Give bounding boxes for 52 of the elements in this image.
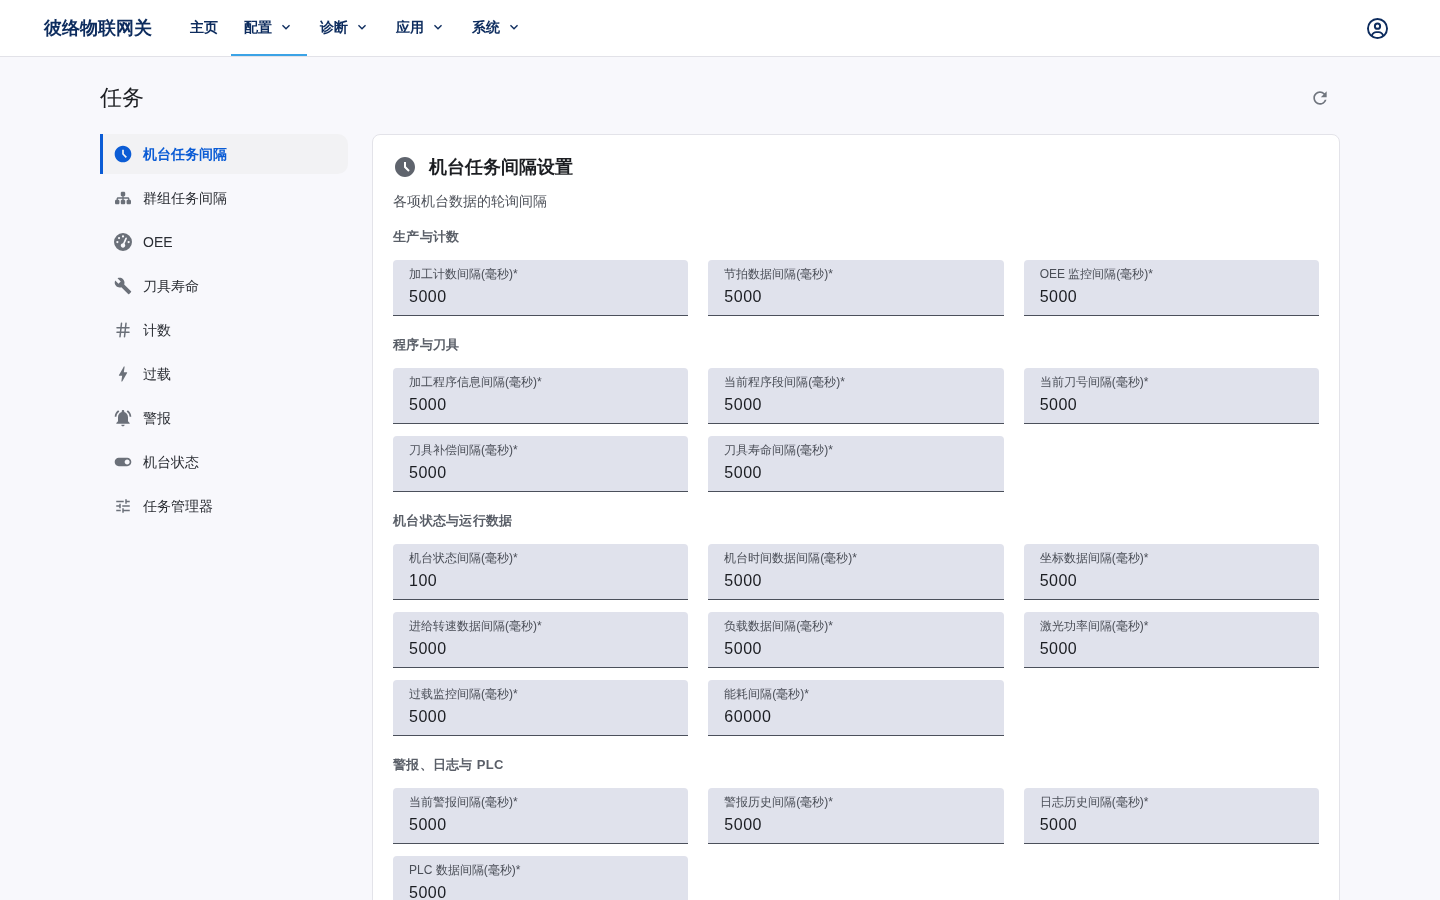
section-heading: 警报、日志与 PLC [393, 756, 505, 774]
nav-tab[interactable]: 主页 [177, 0, 231, 56]
sidebar-item[interactable]: 群组任务间隔 [100, 178, 348, 218]
clock-icon [393, 155, 417, 179]
nav-tab[interactable]: 配置 [231, 0, 307, 56]
sidebar-item[interactable]: 机台状态 [100, 442, 348, 482]
number-field[interactable]: 警报历史间隔(毫秒)* 5000 [708, 788, 1004, 844]
number-field[interactable]: 进给转速数据间隔(毫秒)* 5000 [393, 612, 689, 668]
nav-tab[interactable]: 诊断 [307, 0, 383, 56]
number-field[interactable]: OEE 监控间隔(毫秒)* 5000 [1023, 260, 1319, 316]
number-field[interactable]: 刀具寿命间隔(毫秒)* 5000 [708, 436, 1004, 492]
number-field[interactable]: 日志历史间隔(毫秒)* 5000 [1023, 788, 1319, 844]
number-field[interactable]: 当前刀号间隔(毫秒)* 5000 [1023, 368, 1319, 424]
bell-icon [113, 408, 133, 428]
sidebar-item[interactable]: 刀具寿命 [100, 266, 348, 306]
sidebar-item[interactable]: 机台任务间隔 [100, 134, 348, 174]
number-field[interactable]: 激光功率间隔(毫秒)* 5000 [1023, 612, 1319, 668]
card-subtitle: 各项机台数据的轮询间隔 [393, 192, 548, 211]
card-title: 机台任务间隔设置 [429, 155, 573, 179]
sidebar-item[interactable]: 警报 [100, 398, 348, 438]
section-heading: 生产与计数 [393, 228, 461, 246]
number-field[interactable]: 机台时间数据间隔(毫秒)* 5000 [708, 544, 1004, 600]
sliders-icon [114, 497, 132, 515]
sidebar-item[interactable]: 任务管理器 [100, 486, 348, 526]
number-field[interactable]: 当前程序段间隔(毫秒)* 5000 [708, 368, 1004, 424]
clock-icon [113, 144, 133, 164]
nav-tab[interactable]: 应用 [383, 0, 459, 56]
page-title: 任务 [100, 84, 144, 112]
wrench-icon [114, 277, 132, 295]
number-field[interactable]: 能耗间隔(毫秒)* 60000 [708, 680, 1004, 736]
number-field[interactable]: PLC 数据间隔(毫秒)* 5000 [393, 856, 689, 900]
hash-icon [114, 321, 132, 339]
section-heading: 机台状态与运行数据 [393, 512, 514, 530]
gauge-icon [114, 233, 132, 251]
hierarchy-icon [115, 190, 131, 206]
number-field[interactable]: 当前警报间隔(毫秒)* 5000 [393, 788, 689, 844]
sidebar-item[interactable]: OEE [100, 222, 348, 262]
account-icon[interactable] [1367, 17, 1388, 39]
section-heading: 程序与刀具 [393, 336, 461, 354]
number-field[interactable]: 加工计数间隔(毫秒)* 5000 [393, 260, 689, 316]
number-field[interactable]: 机台状态间隔(毫秒)* 100 [393, 544, 689, 600]
number-field[interactable]: 坐标数据间隔(毫秒)* 5000 [1023, 544, 1319, 600]
refresh-icon[interactable] [1310, 88, 1330, 108]
sidebar-item[interactable]: 计数 [100, 310, 348, 350]
nav-tab[interactable]: 系统 [459, 0, 535, 56]
sidebar-item[interactable]: 过载 [100, 354, 348, 394]
number-field[interactable]: 过载监控间隔(毫秒)* 5000 [393, 680, 689, 736]
number-field[interactable]: 刀具补偿间隔(毫秒)* 5000 [393, 436, 689, 492]
number-field[interactable]: 加工程序信息间隔(毫秒)* 5000 [393, 368, 689, 424]
number-field[interactable]: 节拍数据间隔(毫秒)* 5000 [708, 260, 1004, 316]
brand-name: 彼络物联网关 [44, 16, 152, 40]
number-field[interactable]: 负载数据间隔(毫秒)* 5000 [708, 612, 1004, 668]
